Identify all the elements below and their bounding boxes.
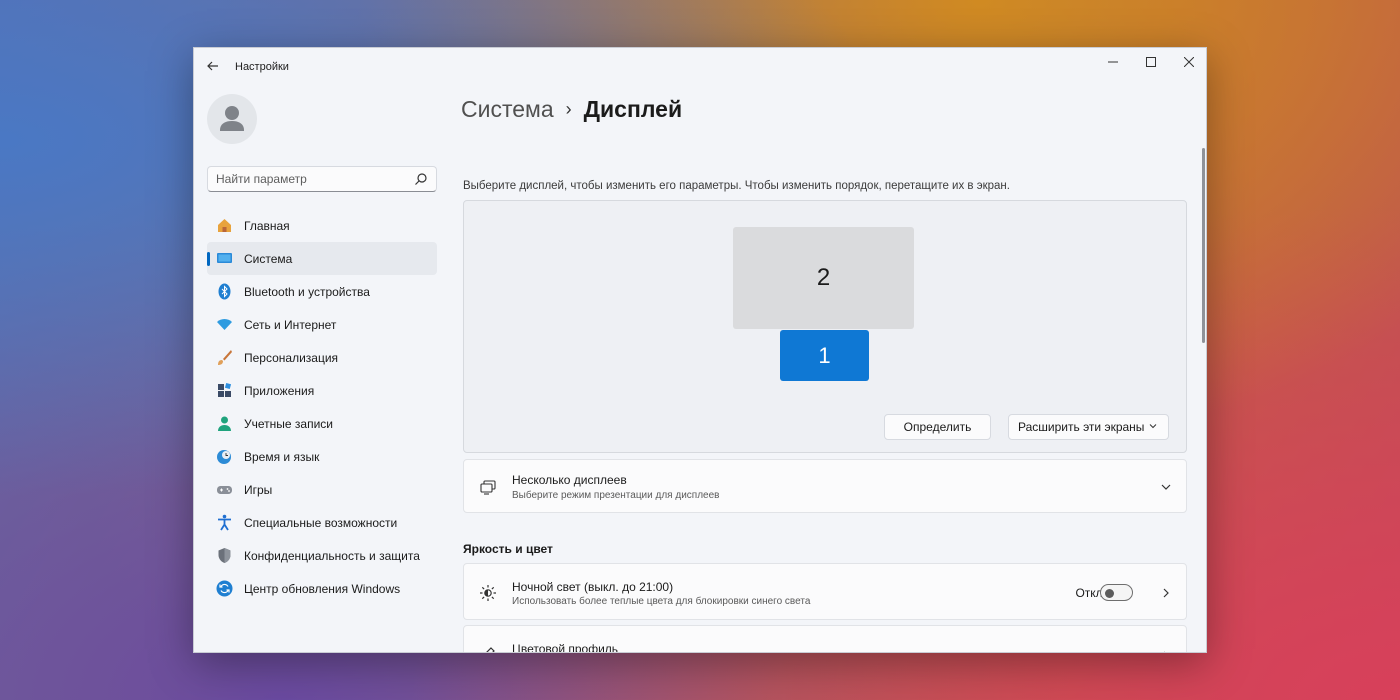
maximize-icon — [1146, 57, 1156, 67]
minimize-button[interactable] — [1094, 48, 1132, 76]
minimize-icon — [1108, 61, 1118, 63]
breadcrumb-parent[interactable]: Система — [461, 96, 554, 123]
search-box[interactable] — [207, 166, 437, 192]
page-title: Дисплей — [583, 96, 683, 122]
display-arrangement-hint: Выберите дисплей, чтобы изменить его пар… — [463, 180, 1010, 192]
globe-clock-icon — [215, 448, 233, 466]
system-monitor-icon — [215, 250, 233, 268]
sidebar-item-label: Система — [244, 251, 293, 266]
sidebar-item-label: Bluetooth и устройства — [244, 284, 370, 299]
monitor-1[interactable]: 1 — [780, 330, 869, 381]
sidebar-item-label: Учетные записи — [244, 416, 333, 431]
chevron-down-icon — [1149, 424, 1157, 429]
multiple-displays-card[interactable]: Несколько дисплеев Выберите режим презен… — [463, 459, 1187, 513]
sidebar-item-windows-update[interactable]: Центр обновления Windows — [207, 572, 437, 605]
sidebar-item-bluetooth[interactable]: Bluetooth и устройства — [207, 275, 437, 308]
sidebar-item-label: Центр обновления Windows — [244, 581, 401, 596]
night-light-toggle[interactable] — [1100, 584, 1133, 601]
avatar[interactable] — [207, 94, 257, 144]
user-icon — [215, 415, 233, 433]
brightness-color-heading: Яркость и цвет — [463, 542, 553, 556]
multiple-displays-title: Несколько дисплеев — [512, 473, 627, 487]
breadcrumb: Система › Дисплей — [461, 96, 682, 123]
brush-icon — [215, 349, 233, 367]
sidebar-item-label: Главная — [244, 218, 290, 233]
display-mode-dropdown[interactable]: Расширить эти экраны — [1008, 414, 1169, 440]
back-button[interactable] — [204, 59, 222, 77]
night-light-title: Ночной свет (выкл. до 21:00) — [512, 580, 674, 594]
sidebar-item-apps[interactable]: Приложения — [207, 374, 437, 407]
monitor-2-label: 2 — [816, 264, 831, 291]
update-icon — [215, 580, 233, 598]
chevron-right-icon[interactable] — [1160, 587, 1172, 599]
display-arrangement-panel: 2 1 Определить Расширить эти экраны — [463, 200, 1187, 453]
sidebar-item-privacy[interactable]: Конфиденциальность и защита — [207, 539, 437, 572]
sidebar-nav: Главная Система Bluetooth и устройства С… — [207, 209, 437, 605]
apps-icon — [215, 382, 233, 400]
scrollbar-thumb[interactable] — [1202, 148, 1205, 343]
sidebar-item-gaming[interactable]: Игры — [207, 473, 437, 506]
color-profile-title: Цветовой профиль — [512, 642, 619, 653]
maximize-button[interactable] — [1132, 48, 1170, 76]
brightness-sun-icon — [478, 583, 498, 603]
sidebar-item-accessibility[interactable]: Специальные возможности — [207, 506, 437, 539]
monitor-1-label: 1 — [818, 342, 831, 368]
wifi-icon — [215, 316, 233, 334]
night-light-subtitle: Использовать более теплые цвета для блок… — [512, 596, 811, 607]
accessibility-icon — [215, 514, 233, 532]
search-input[interactable] — [208, 167, 398, 191]
sidebar-item-label: Приложения — [244, 383, 315, 398]
sidebar-item-system[interactable]: Система — [207, 242, 437, 275]
gamepad-icon — [215, 481, 233, 499]
multiple-displays-icon — [478, 477, 498, 497]
arrow-left-icon — [207, 61, 218, 71]
monitor-2[interactable]: 2 — [733, 227, 914, 329]
sidebar-item-network[interactable]: Сеть и Интернет — [207, 308, 437, 341]
night-light-card[interactable]: Ночной свет (выкл. до 21:00) Использоват… — [463, 563, 1187, 620]
close-button[interactable] — [1170, 48, 1206, 76]
sidebar-item-label: Специальные возможности — [244, 515, 398, 530]
color-profile-card[interactable]: Цветовой профиль — [463, 625, 1187, 653]
bluetooth-icon — [215, 283, 233, 301]
close-icon — [1184, 57, 1194, 67]
toggle-knob — [1105, 588, 1114, 598]
sidebar-item-label: Игры — [244, 482, 273, 497]
display-mode-selected: Расширить эти экраны — [1018, 420, 1145, 434]
color-picker-icon — [478, 644, 498, 652]
sidebar-item-label: Персонализация — [244, 350, 339, 365]
search-icon[interactable] — [414, 172, 428, 186]
title-bar: Настройки — [194, 48, 1206, 88]
settings-window: Настройки Главная — [193, 47, 1207, 653]
sidebar-item-time-language[interactable]: Время и язык — [207, 440, 437, 473]
sidebar-item-home[interactable]: Главная — [207, 209, 437, 242]
sidebar-item-accounts[interactable]: Учетные записи — [207, 407, 437, 440]
user-avatar-icon — [220, 106, 244, 131]
chevron-down-icon — [1161, 484, 1171, 490]
shield-icon — [215, 547, 233, 565]
identify-button[interactable]: Определить — [884, 414, 991, 440]
breadcrumb-separator: › — [565, 99, 572, 119]
app-title: Настройки — [235, 61, 289, 73]
sidebar-item-label: Время и язык — [244, 449, 320, 464]
multiple-displays-subtitle: Выберите режим презентации для дисплеев — [512, 490, 720, 501]
sidebar-item-personalization[interactable]: Персонализация — [207, 341, 437, 374]
home-icon — [215, 217, 233, 235]
chevron-right-icon[interactable] — [1160, 650, 1172, 653]
sidebar-item-label: Конфиденциальность и защита — [244, 548, 420, 563]
sidebar-item-label: Сеть и Интернет — [244, 317, 337, 332]
